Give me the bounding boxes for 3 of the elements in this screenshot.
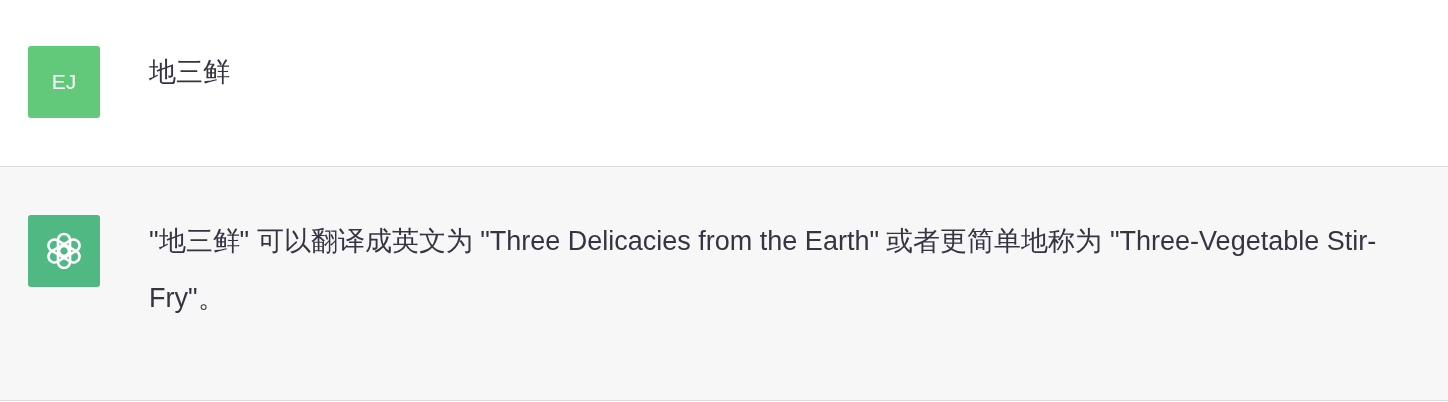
user-avatar: EJ [28, 46, 100, 118]
message-text: 地三鲜 [149, 56, 231, 89]
message-text: "地三鲜" 可以翻译成英文为 "Three Delicacies from the Earth" 或者更简单地称为 "Three-Vegetable Stir-Fry"。 [149, 225, 1378, 315]
